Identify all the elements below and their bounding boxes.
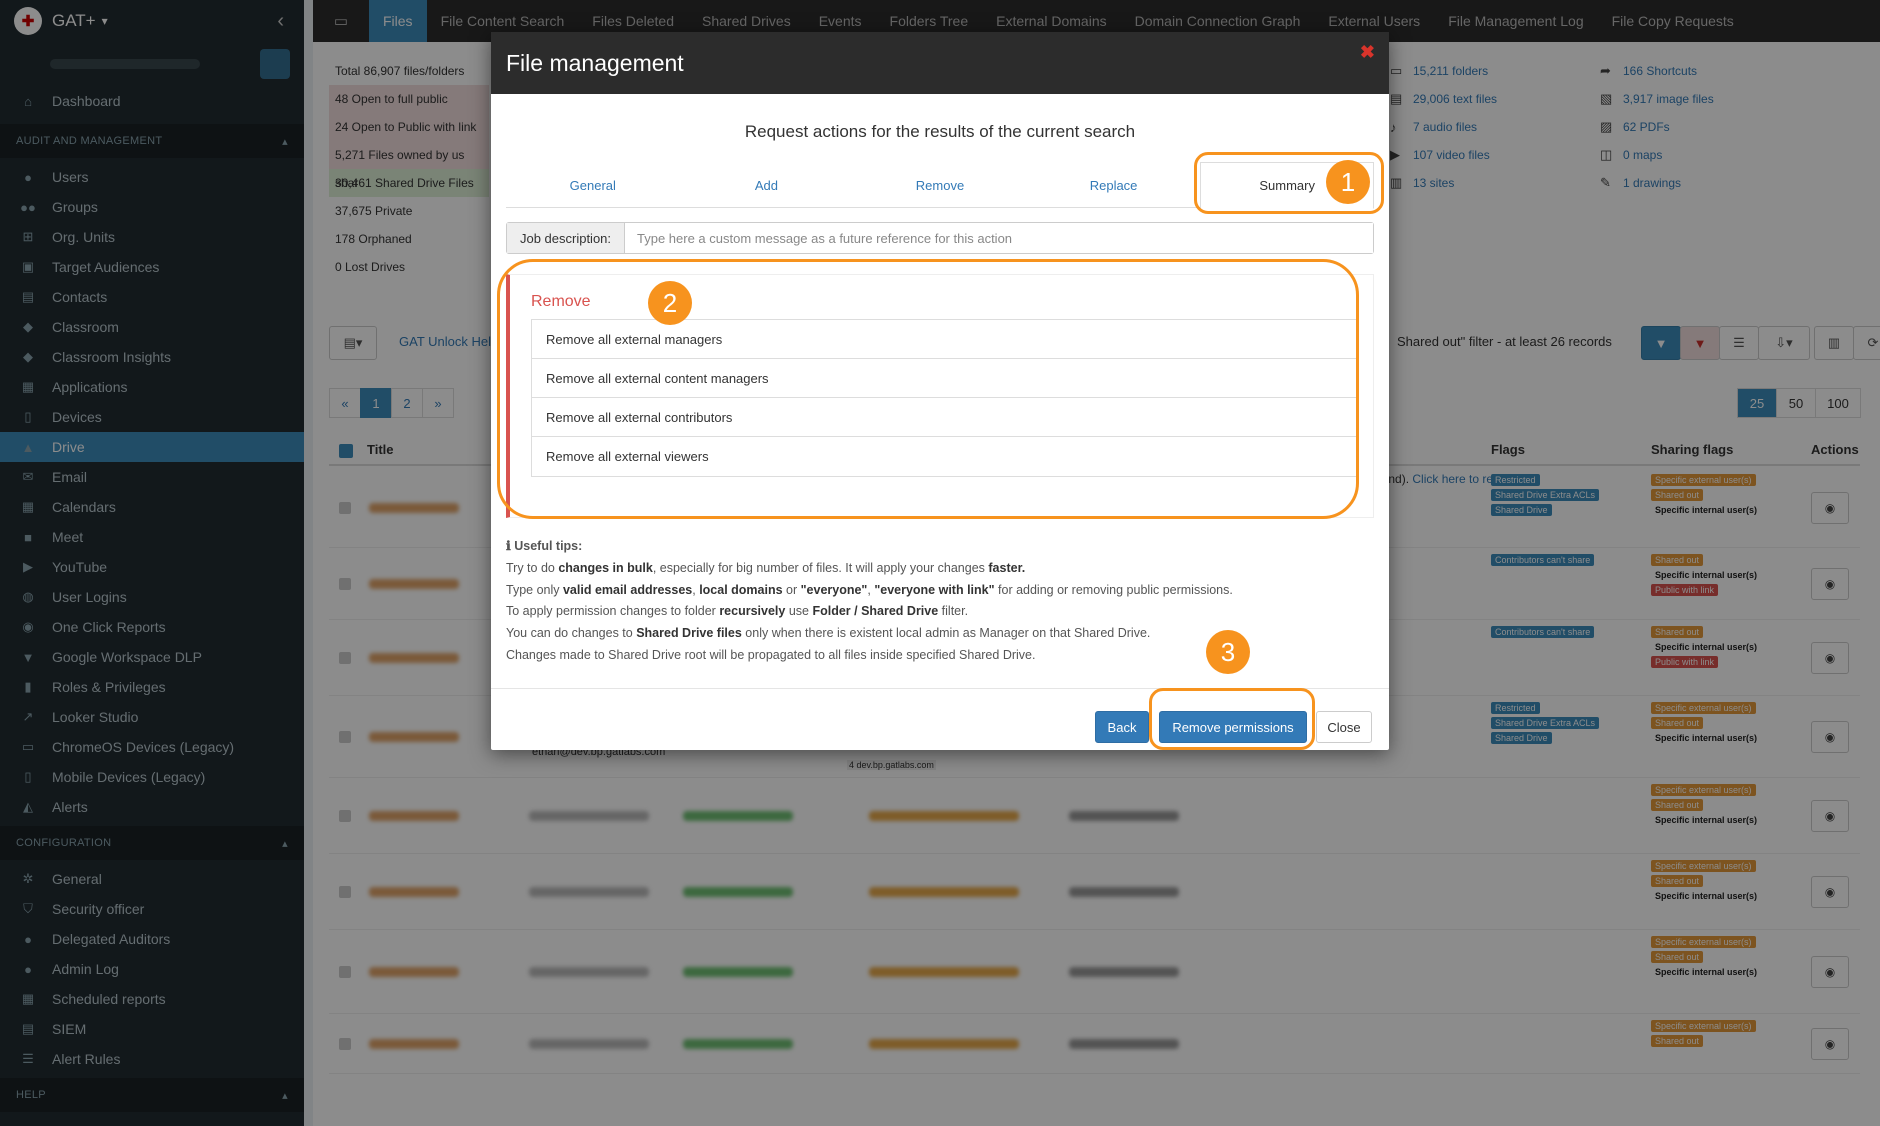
tip-1: Try to do changes in bulk, especially fo…: [506, 560, 1026, 575]
callout-box-2: [497, 259, 1359, 519]
job-description-group: Job description:: [506, 222, 1374, 254]
tip-2: Type only valid email addresses, local d…: [506, 582, 1233, 597]
callout-badge-2: 2: [648, 281, 692, 325]
tab-remove[interactable]: Remove: [853, 162, 1027, 208]
tips-heading: ℹ Useful tips:: [506, 536, 1374, 558]
modal-subtitle: Request actions for the results of the c…: [744, 122, 1136, 141]
back-button[interactable]: Back: [1095, 711, 1149, 743]
tip-3: To apply permission changes to folder re…: [506, 604, 969, 619]
callout-box-3: [1149, 688, 1315, 750]
modal-header: File management: [491, 32, 1389, 94]
job-description-label: Job description:: [507, 223, 625, 253]
callout-badge-3: 3: [1206, 630, 1250, 674]
info-icon: ℹ: [506, 539, 515, 553]
job-description-input[interactable]: [625, 223, 1373, 253]
modal-title: File management: [506, 49, 684, 76]
tab-general[interactable]: General: [506, 162, 680, 208]
tips-heading-text: Useful tips:: [514, 539, 583, 553]
tab-replace[interactable]: Replace: [1027, 162, 1201, 208]
tab-add[interactable]: Add: [680, 162, 854, 208]
callout-badge-1: 1: [1326, 160, 1370, 204]
close-icon[interactable]: ✖: [1360, 42, 1375, 63]
close-button[interactable]: Close: [1316, 711, 1372, 743]
